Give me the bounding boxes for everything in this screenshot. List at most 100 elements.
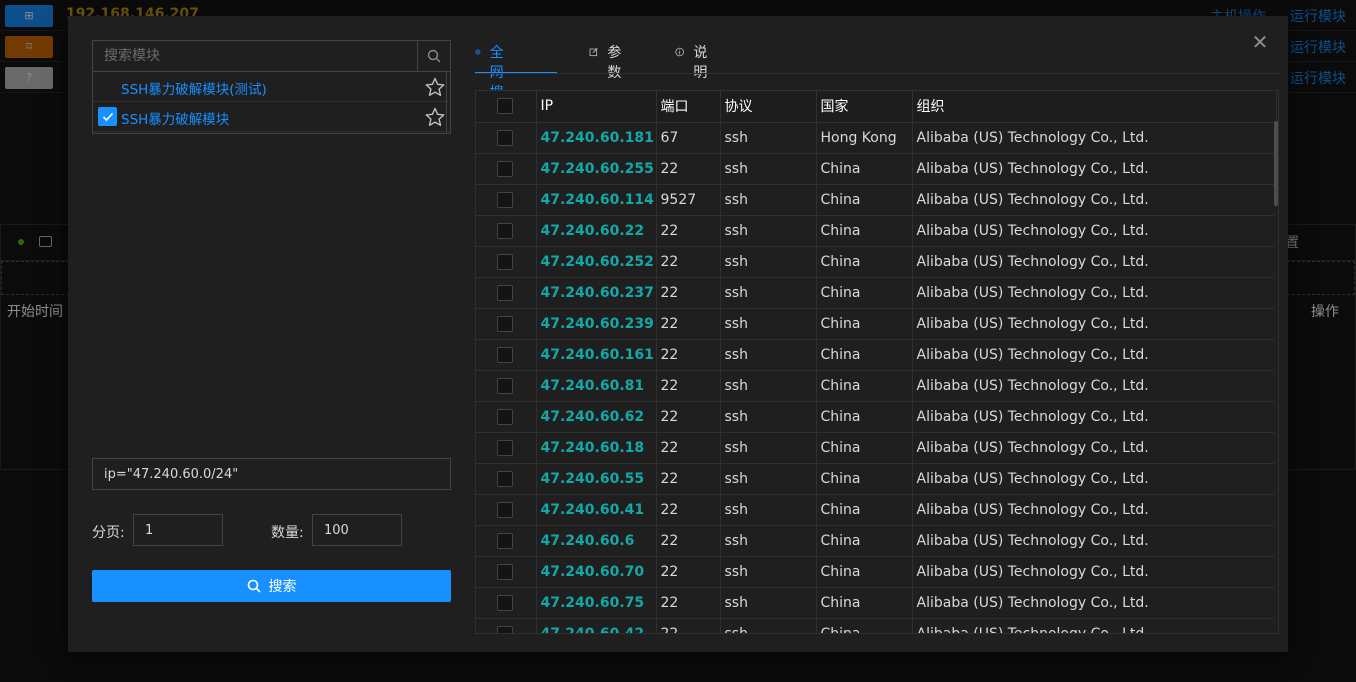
cell-org: Alibaba (US) Technology Co., Ltd. <box>912 401 1277 433</box>
star-icon[interactable] <box>424 106 446 128</box>
info-icon <box>675 47 684 57</box>
row-checkbox[interactable] <box>497 222 513 239</box>
col-header-protocol[interactable]: 协议 <box>720 91 817 123</box>
row-checkbox[interactable] <box>497 439 513 456</box>
row-checkbox[interactable] <box>497 346 513 363</box>
search-button-label: 搜索 <box>268 578 297 594</box>
module-checkbox-checked[interactable] <box>98 107 117 126</box>
col-header-org[interactable]: 组织 <box>912 91 1277 123</box>
table-row[interactable]: 47.240.60.41 22 ssh China Alibaba (US) Techn… <box>476 494 1277 526</box>
table-row[interactable]: 47.240.60.161 22 ssh China Alibaba (US) Tech… <box>476 339 1277 371</box>
edit-icon <box>589 48 598 57</box>
table-row[interactable]: 47.240.60.114 9527 ssh China Alibaba (US) Te… <box>476 184 1277 216</box>
module-label[interactable]: SSH暴力破解模块(测试) <box>121 78 267 98</box>
table-row[interactable]: 47.240.60.22 22 ssh China Alibaba (US) Techn… <box>476 215 1277 247</box>
page-input[interactable] <box>133 514 223 546</box>
table-row[interactable]: 47.240.60.237 22 ssh China Alibaba (US) Tech… <box>476 277 1277 309</box>
cell-protocol: ssh <box>720 277 817 309</box>
cell-country: China <box>816 370 913 402</box>
select-all-checkbox[interactable] <box>497 98 513 115</box>
tab-params[interactable]: 参数 <box>589 42 626 81</box>
row-select-cell <box>476 277 537 309</box>
row-select-cell <box>476 246 537 278</box>
table-row[interactable]: 47.240.60.81 22 ssh China Alibaba (US) Techn… <box>476 370 1277 402</box>
table-row[interactable]: 47.240.60.75 22 ssh China Alibaba (US) Techn… <box>476 587 1277 619</box>
col-header-ip[interactable]: IP <box>536 91 657 123</box>
globe-icon <box>475 49 481 55</box>
cell-ip: 47.240.60.42 <box>536 618 657 633</box>
row-select-cell <box>476 122 537 154</box>
row-checkbox[interactable] <box>497 563 513 580</box>
table-row[interactable]: 47.240.60.42 22 ssh China Alibaba (US) Techn… <box>476 618 1277 633</box>
tab-description[interactable]: 说明 <box>675 42 712 81</box>
cell-country: China <box>816 587 913 619</box>
row-checkbox[interactable] <box>497 377 513 394</box>
cell-port: 22 <box>656 246 721 278</box>
row-checkbox[interactable] <box>497 625 513 633</box>
module-label[interactable]: SSH暴力破解模块 <box>121 108 229 128</box>
query-input[interactable] <box>92 458 451 490</box>
cell-org: Alibaba (US) Technology Co., Ltd. <box>912 153 1277 185</box>
cell-port: 22 <box>656 463 721 495</box>
table-row[interactable]: 47.240.60.70 22 ssh China Alibaba (US) Techn… <box>476 556 1277 588</box>
cell-org: Alibaba (US) Technology Co., Ltd. <box>912 308 1277 340</box>
cell-country: China <box>816 277 913 309</box>
module-search-input[interactable] <box>93 41 417 71</box>
cell-ip: 47.240.60.81 <box>536 370 657 402</box>
tab-divider <box>475 73 1279 74</box>
cell-port: 22 <box>656 494 721 526</box>
row-select-cell <box>476 153 537 185</box>
cell-protocol: ssh <box>720 618 817 633</box>
cell-country: China <box>816 308 913 340</box>
count-input[interactable] <box>312 514 402 546</box>
table-row[interactable]: 47.240.60.18 22 ssh China Alibaba (US) Techn… <box>476 432 1277 464</box>
close-icon[interactable]: ✕ <box>1250 32 1270 52</box>
row-select-cell <box>476 370 537 402</box>
row-select-cell <box>476 432 537 464</box>
cell-country: China <box>816 432 913 464</box>
tab-global-search[interactable]: 全网搜索 <box>475 42 512 121</box>
row-checkbox[interactable] <box>497 594 513 611</box>
row-checkbox[interactable] <box>497 408 513 425</box>
table-row[interactable]: 47.240.60.62 22 ssh China Alibaba (US) Techn… <box>476 401 1277 433</box>
cell-port: 22 <box>656 432 721 464</box>
row-checkbox[interactable] <box>497 532 513 549</box>
cell-ip: 47.240.60.75 <box>536 587 657 619</box>
cell-protocol: ssh <box>720 153 817 185</box>
cell-port: 22 <box>656 308 721 340</box>
row-checkbox[interactable] <box>497 129 513 146</box>
cell-org: Alibaba (US) Technology Co., Ltd. <box>912 432 1277 464</box>
module-list-item[interactable]: SSH暴力破解模块 <box>93 102 450 132</box>
table-scrollbar-thumb[interactable] <box>1274 121 1278 206</box>
table-row[interactable]: 47.240.60.181 67 ssh Hong Kong Alibaba (US) … <box>476 122 1277 154</box>
module-search-button[interactable] <box>417 41 450 71</box>
search-button[interactable]: 搜索 <box>92 570 451 602</box>
search-icon <box>247 579 261 593</box>
cell-country: China <box>816 184 913 216</box>
row-checkbox[interactable] <box>497 253 513 270</box>
module-list-scrollbar[interactable] <box>446 72 450 134</box>
table-row[interactable]: 47.240.60.255 22 ssh China Alibaba (US) Tech… <box>476 153 1277 185</box>
table-row[interactable]: 47.240.60.55 22 ssh China Alibaba (US) Techn… <box>476 463 1277 495</box>
table-row[interactable]: 47.240.60.239 22 ssh China Alibaba (US) Tech… <box>476 308 1277 340</box>
module-list-item[interactable]: SSH暴力破解模块(测试) <box>93 72 450 102</box>
cell-protocol: ssh <box>720 432 817 464</box>
col-header-port[interactable]: 端口 <box>656 91 721 123</box>
cell-country: Hong Kong <box>816 122 913 154</box>
row-checkbox[interactable] <box>497 315 513 332</box>
cell-protocol: ssh <box>720 215 817 247</box>
cell-country: China <box>816 556 913 588</box>
star-icon[interactable] <box>424 76 446 98</box>
row-checkbox[interactable] <box>497 470 513 487</box>
row-checkbox[interactable] <box>497 160 513 177</box>
cell-port: 67 <box>656 122 721 154</box>
row-checkbox[interactable] <box>497 191 513 208</box>
cell-protocol: ssh <box>720 370 817 402</box>
row-checkbox[interactable] <box>497 501 513 518</box>
table-row[interactable]: 47.240.60.6 22 ssh China Alibaba (US) Techno… <box>476 525 1277 557</box>
module-run-modal: ✕ SSH暴力破解模块(测试) SSH暴力破解模块 分页: 数量: 搜索 <box>68 16 1288 652</box>
col-header-country[interactable]: 国家 <box>816 91 913 123</box>
table-row[interactable]: 47.240.60.252 22 ssh China Alibaba (US) Tech… <box>476 246 1277 278</box>
row-checkbox[interactable] <box>497 284 513 301</box>
cell-ip: 47.240.60.22 <box>536 215 657 247</box>
